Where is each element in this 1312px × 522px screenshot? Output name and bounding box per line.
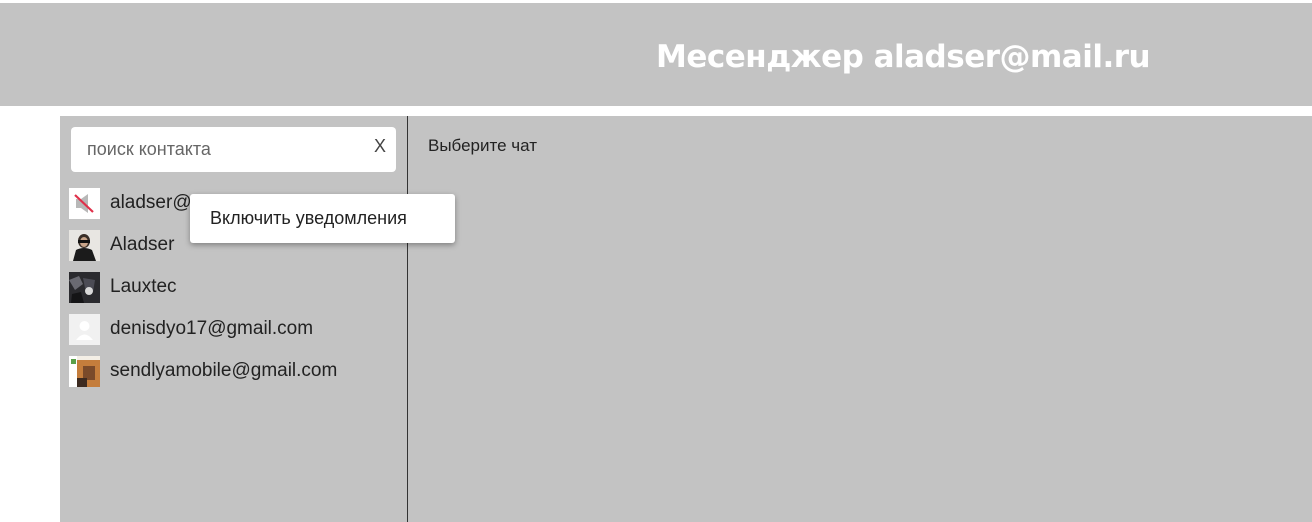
search-clear-button[interactable]: X [374, 136, 386, 157]
user-photo-avatar [69, 355, 100, 387]
user-photo-avatar [69, 271, 100, 303]
app-header: Месенджер aladser@mail.ru [0, 3, 1312, 106]
search-input[interactable] [71, 127, 361, 172]
contact-name: Lauxtec [110, 276, 177, 297]
enable-notifications-menu-item[interactable]: Включить уведомления [210, 208, 407, 229]
default-user-avatar [69, 313, 100, 345]
contact-item[interactable]: sendlyamobile@gmail.com [69, 350, 399, 392]
contacts-sidebar: X aladser@mail.ru Aladser [60, 116, 407, 522]
contact-item[interactable]: denisdyo17@gmail.com [69, 308, 399, 350]
muted-speaker-icon [69, 187, 100, 219]
chat-placeholder-text: Выберите чат [428, 136, 538, 155]
contact-name: sendlyamobile@gmail.com [110, 360, 338, 381]
search-box: X [71, 127, 396, 172]
contact-item[interactable]: Lauxtec [69, 266, 399, 308]
contact-name: denisdyo17@gmail.com [110, 318, 314, 339]
user-photo-avatar [69, 229, 100, 261]
context-menu: Включить уведомления [190, 194, 455, 243]
contact-name: Aladser [110, 234, 175, 255]
chat-area: Выберите чат [408, 116, 1312, 522]
page-title: Месенджер aladser@mail.ru [656, 39, 1151, 75]
